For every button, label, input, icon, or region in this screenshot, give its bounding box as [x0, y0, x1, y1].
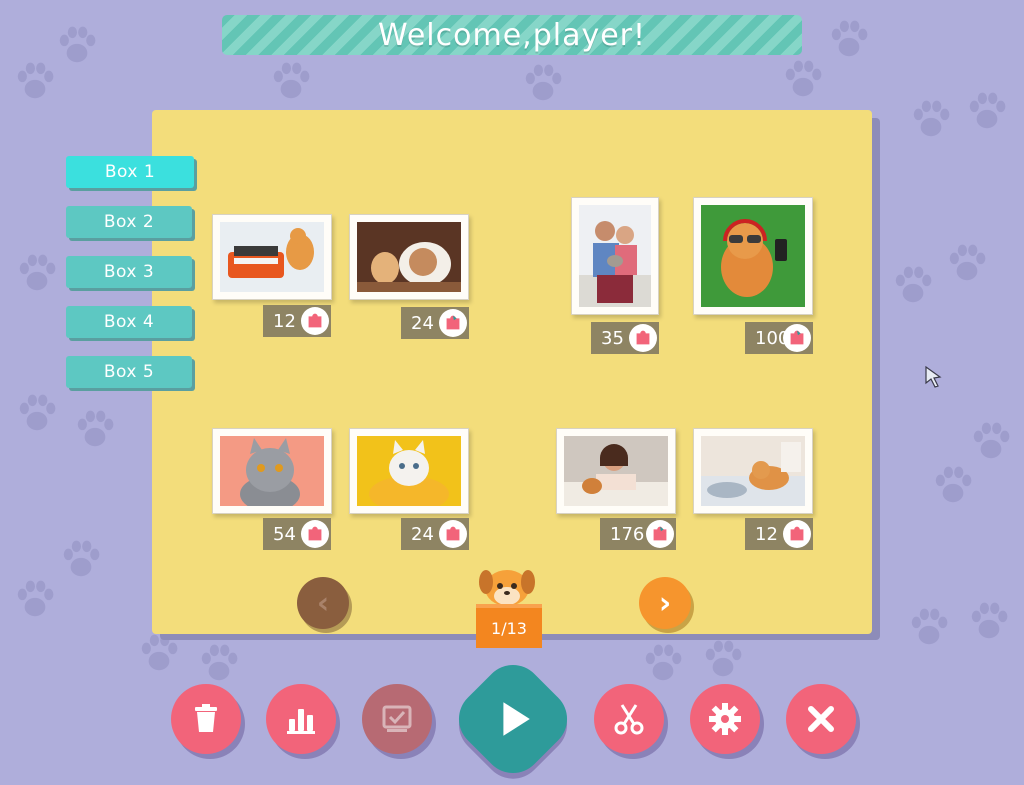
- pieces-badge: 35: [591, 322, 659, 354]
- paw-icon: [12, 576, 58, 622]
- pieces-badge: 24: [401, 518, 469, 550]
- paw-icon: [780, 56, 826, 102]
- paw-icon: [700, 636, 746, 682]
- chevron-right-icon: ›: [658, 585, 672, 621]
- box-tab-label: Box 1: [104, 162, 156, 182]
- puzzle-card-couple-cat[interactable]: [571, 197, 659, 315]
- puzzle-thumbnail: [357, 222, 461, 292]
- puzzle-thumbnail: [220, 436, 324, 506]
- close-button[interactable]: [786, 684, 856, 754]
- puzzle-piece-icon: [439, 520, 467, 548]
- pieces-count: 35: [601, 327, 624, 349]
- settings-button[interactable]: [690, 684, 760, 754]
- play-button[interactable]: [446, 652, 580, 785]
- box-tab-4[interactable]: Box 4: [66, 306, 192, 338]
- paw-icon: [72, 406, 118, 452]
- box-tab-5[interactable]: Box 5: [66, 356, 192, 388]
- paw-icon: [520, 60, 566, 106]
- paw-icon: [966, 598, 1012, 644]
- gear-icon: [709, 703, 741, 735]
- close-icon: [808, 706, 834, 732]
- paw-icon: [14, 250, 60, 296]
- puzzle-thumbnail: [564, 436, 668, 506]
- complete-button[interactable]: [362, 684, 432, 754]
- puzzle-piece-icon: [439, 309, 467, 337]
- paw-icon: [640, 640, 686, 686]
- paw-icon: [12, 58, 58, 104]
- puzzle-thumbnail: [701, 436, 805, 506]
- pieces-badge: 24: [401, 307, 469, 339]
- puzzle-card-cat-headphones[interactable]: [693, 197, 813, 315]
- page-indicator: 1/13: [476, 604, 542, 648]
- puzzle-thumbnail: [701, 205, 805, 307]
- paw-icon: [908, 96, 954, 142]
- puzzle-card-sleeping-cat[interactable]: [693, 428, 813, 514]
- box-tab-3[interactable]: Box 3: [66, 256, 192, 288]
- box-tab-label: Box 5: [103, 362, 155, 382]
- pieces-count: 12: [755, 523, 778, 545]
- box-tab-label: Box 4: [103, 312, 155, 332]
- puzzle-piece-icon: [783, 324, 811, 352]
- pieces-count: 24: [411, 312, 434, 334]
- box-tab-1[interactable]: Box 1: [66, 156, 194, 188]
- trash-icon: [195, 704, 217, 732]
- paw-icon: [968, 418, 1014, 464]
- statistics-button[interactable]: [266, 684, 336, 754]
- paw-icon: [14, 390, 60, 436]
- pieces-count: 54: [273, 523, 296, 545]
- welcome-banner: Welcome,player!: [222, 15, 802, 55]
- puzzle-thumbnail: [220, 222, 324, 292]
- paw-icon: [906, 604, 952, 650]
- pieces-badge: 12: [263, 305, 331, 337]
- paw-icon: [196, 640, 242, 686]
- box-tab-label: Box 3: [103, 262, 155, 282]
- scissors-icon: [614, 704, 644, 735]
- puzzle-piece-icon: [301, 307, 329, 335]
- pieces-count: 176: [610, 523, 645, 545]
- pieces-count: 24: [411, 523, 434, 545]
- cut-button[interactable]: [594, 684, 664, 754]
- puzzle-piece-icon: [783, 520, 811, 548]
- paw-icon: [890, 262, 936, 308]
- paw-icon: [930, 462, 976, 508]
- box-tab-2[interactable]: Box 2: [66, 206, 192, 238]
- pieces-badge: 12: [745, 518, 813, 550]
- delete-button[interactable]: [171, 684, 241, 754]
- pieces-badge: 100: [745, 322, 813, 354]
- puzzle-card-grey-cat[interactable]: [212, 428, 332, 514]
- paw-icon: [58, 536, 104, 582]
- pieces-count: 12: [273, 310, 296, 332]
- pieces-badge: 176: [600, 518, 676, 550]
- pieces-badge: 54: [263, 518, 331, 550]
- paw-icon: [964, 88, 1010, 134]
- dog-mascot-icon: [479, 570, 535, 606]
- stats-icon: [287, 709, 315, 734]
- paw-icon: [54, 22, 100, 68]
- chevron-left-icon: ‹: [316, 585, 330, 621]
- puzzle-thumbnail: [357, 436, 461, 506]
- previous-page-button[interactable]: ‹: [297, 577, 349, 629]
- page-number: 1/13: [491, 618, 527, 638]
- puzzle-piece-icon: [301, 520, 329, 548]
- puzzle-card-woman-kitten[interactable]: [556, 428, 676, 514]
- puzzle-board: [152, 110, 872, 634]
- check-box-icon: [382, 705, 412, 732]
- next-page-button[interactable]: ›: [639, 577, 691, 629]
- paw-icon: [826, 16, 872, 62]
- puzzle-thumbnail: [579, 205, 651, 307]
- puzzle-card-dog-kitten[interactable]: [349, 214, 469, 300]
- page-title: Welcome,player!: [377, 17, 647, 53]
- box-tab-label: Box 2: [103, 212, 155, 232]
- paw-icon: [268, 58, 314, 104]
- puzzle-piece-icon: [629, 324, 657, 352]
- puzzle-piece-icon: [646, 520, 674, 548]
- puzzle-card-kitten-typewriter[interactable]: [212, 214, 332, 300]
- paw-icon: [944, 240, 990, 286]
- puzzle-card-cat-blanket[interactable]: [349, 428, 469, 514]
- cursor-icon: [925, 365, 942, 388]
- play-icon: [503, 702, 530, 736]
